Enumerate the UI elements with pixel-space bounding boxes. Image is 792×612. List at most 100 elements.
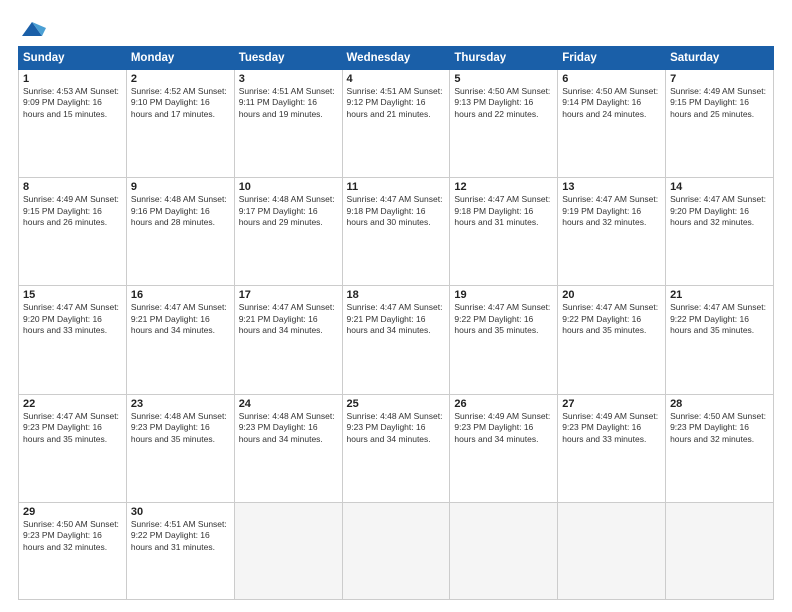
day-info: Sunrise: 4:49 AM Sunset: 9:15 PM Dayligh…: [670, 86, 769, 120]
day-number: 21: [670, 289, 769, 301]
day-info: Sunrise: 4:48 AM Sunset: 9:23 PM Dayligh…: [347, 411, 446, 445]
day-cell: 4Sunrise: 4:51 AM Sunset: 9:12 PM Daylig…: [342, 70, 450, 178]
day-cell: 17Sunrise: 4:47 AM Sunset: 9:21 PM Dayli…: [234, 286, 342, 394]
day-cell: 5Sunrise: 4:50 AM Sunset: 9:13 PM Daylig…: [450, 70, 558, 178]
day-number: 14: [670, 181, 769, 193]
day-number: 6: [562, 73, 661, 85]
day-info: Sunrise: 4:51 AM Sunset: 9:22 PM Dayligh…: [131, 519, 230, 553]
day-number: 25: [347, 398, 446, 410]
day-info: Sunrise: 4:48 AM Sunset: 9:16 PM Dayligh…: [131, 194, 230, 228]
day-cell: [558, 502, 666, 599]
week-row: 29Sunrise: 4:50 AM Sunset: 9:23 PM Dayli…: [19, 502, 774, 599]
page: SundayMondayTuesdayWednesdayThursdayFrid…: [0, 0, 792, 612]
day-info: Sunrise: 4:50 AM Sunset: 9:23 PM Dayligh…: [23, 519, 122, 553]
day-number: 16: [131, 289, 230, 301]
day-number: 30: [131, 506, 230, 518]
day-cell: 12Sunrise: 4:47 AM Sunset: 9:18 PM Dayli…: [450, 178, 558, 286]
day-info: Sunrise: 4:52 AM Sunset: 9:10 PM Dayligh…: [131, 86, 230, 120]
day-cell: 23Sunrise: 4:48 AM Sunset: 9:23 PM Dayli…: [126, 394, 234, 502]
logo: [18, 18, 50, 40]
day-info: Sunrise: 4:50 AM Sunset: 9:13 PM Dayligh…: [454, 86, 553, 120]
day-info: Sunrise: 4:47 AM Sunset: 9:20 PM Dayligh…: [23, 302, 122, 336]
day-cell: 8Sunrise: 4:49 AM Sunset: 9:15 PM Daylig…: [19, 178, 127, 286]
col-header-tuesday: Tuesday: [234, 47, 342, 70]
day-number: 3: [239, 73, 338, 85]
day-info: Sunrise: 4:47 AM Sunset: 9:23 PM Dayligh…: [23, 411, 122, 445]
week-row: 1Sunrise: 4:53 AM Sunset: 9:09 PM Daylig…: [19, 70, 774, 178]
header-row: SundayMondayTuesdayWednesdayThursdayFrid…: [19, 47, 774, 70]
col-header-wednesday: Wednesday: [342, 47, 450, 70]
day-cell: 14Sunrise: 4:47 AM Sunset: 9:20 PM Dayli…: [666, 178, 774, 286]
day-number: 10: [239, 181, 338, 193]
day-cell: 13Sunrise: 4:47 AM Sunset: 9:19 PM Dayli…: [558, 178, 666, 286]
day-info: Sunrise: 4:48 AM Sunset: 9:23 PM Dayligh…: [239, 411, 338, 445]
day-info: Sunrise: 4:47 AM Sunset: 9:21 PM Dayligh…: [239, 302, 338, 336]
day-cell: 11Sunrise: 4:47 AM Sunset: 9:18 PM Dayli…: [342, 178, 450, 286]
day-number: 20: [562, 289, 661, 301]
day-cell: [234, 502, 342, 599]
col-header-saturday: Saturday: [666, 47, 774, 70]
day-cell: 29Sunrise: 4:50 AM Sunset: 9:23 PM Dayli…: [19, 502, 127, 599]
day-cell: 25Sunrise: 4:48 AM Sunset: 9:23 PM Dayli…: [342, 394, 450, 502]
day-cell: 18Sunrise: 4:47 AM Sunset: 9:21 PM Dayli…: [342, 286, 450, 394]
week-row: 22Sunrise: 4:47 AM Sunset: 9:23 PM Dayli…: [19, 394, 774, 502]
day-cell: 15Sunrise: 4:47 AM Sunset: 9:20 PM Dayli…: [19, 286, 127, 394]
day-cell: 1Sunrise: 4:53 AM Sunset: 9:09 PM Daylig…: [19, 70, 127, 178]
day-number: 18: [347, 289, 446, 301]
day-info: Sunrise: 4:49 AM Sunset: 9:23 PM Dayligh…: [562, 411, 661, 445]
day-number: 12: [454, 181, 553, 193]
day-number: 28: [670, 398, 769, 410]
day-cell: 20Sunrise: 4:47 AM Sunset: 9:22 PM Dayli…: [558, 286, 666, 394]
week-row: 15Sunrise: 4:47 AM Sunset: 9:20 PM Dayli…: [19, 286, 774, 394]
day-number: 11: [347, 181, 446, 193]
day-info: Sunrise: 4:47 AM Sunset: 9:18 PM Dayligh…: [347, 194, 446, 228]
day-number: 7: [670, 73, 769, 85]
day-cell: 9Sunrise: 4:48 AM Sunset: 9:16 PM Daylig…: [126, 178, 234, 286]
day-number: 26: [454, 398, 553, 410]
day-cell: 22Sunrise: 4:47 AM Sunset: 9:23 PM Dayli…: [19, 394, 127, 502]
day-cell: 21Sunrise: 4:47 AM Sunset: 9:22 PM Dayli…: [666, 286, 774, 394]
day-number: 8: [23, 181, 122, 193]
day-number: 29: [23, 506, 122, 518]
day-number: 27: [562, 398, 661, 410]
day-number: 24: [239, 398, 338, 410]
day-number: 17: [239, 289, 338, 301]
day-info: Sunrise: 4:48 AM Sunset: 9:23 PM Dayligh…: [131, 411, 230, 445]
day-cell: [450, 502, 558, 599]
day-info: Sunrise: 4:51 AM Sunset: 9:12 PM Dayligh…: [347, 86, 446, 120]
col-header-monday: Monday: [126, 47, 234, 70]
day-number: 23: [131, 398, 230, 410]
col-header-thursday: Thursday: [450, 47, 558, 70]
day-info: Sunrise: 4:47 AM Sunset: 9:22 PM Dayligh…: [670, 302, 769, 336]
day-info: Sunrise: 4:49 AM Sunset: 9:23 PM Dayligh…: [454, 411, 553, 445]
day-number: 2: [131, 73, 230, 85]
calendar-table: SundayMondayTuesdayWednesdayThursdayFrid…: [18, 46, 774, 600]
day-info: Sunrise: 4:53 AM Sunset: 9:09 PM Dayligh…: [23, 86, 122, 120]
day-number: 9: [131, 181, 230, 193]
header: [18, 18, 774, 40]
day-cell: 19Sunrise: 4:47 AM Sunset: 9:22 PM Dayli…: [450, 286, 558, 394]
day-info: Sunrise: 4:47 AM Sunset: 9:21 PM Dayligh…: [347, 302, 446, 336]
day-info: Sunrise: 4:47 AM Sunset: 9:18 PM Dayligh…: [454, 194, 553, 228]
day-cell: 24Sunrise: 4:48 AM Sunset: 9:23 PM Dayli…: [234, 394, 342, 502]
day-info: Sunrise: 4:47 AM Sunset: 9:20 PM Dayligh…: [670, 194, 769, 228]
day-info: Sunrise: 4:47 AM Sunset: 9:19 PM Dayligh…: [562, 194, 661, 228]
day-cell: 30Sunrise: 4:51 AM Sunset: 9:22 PM Dayli…: [126, 502, 234, 599]
week-row: 8Sunrise: 4:49 AM Sunset: 9:15 PM Daylig…: [19, 178, 774, 286]
day-info: Sunrise: 4:48 AM Sunset: 9:17 PM Dayligh…: [239, 194, 338, 228]
day-number: 1: [23, 73, 122, 85]
day-cell: 16Sunrise: 4:47 AM Sunset: 9:21 PM Dayli…: [126, 286, 234, 394]
day-cell: 27Sunrise: 4:49 AM Sunset: 9:23 PM Dayli…: [558, 394, 666, 502]
day-number: 5: [454, 73, 553, 85]
col-header-friday: Friday: [558, 47, 666, 70]
day-cell: [666, 502, 774, 599]
day-cell: 2Sunrise: 4:52 AM Sunset: 9:10 PM Daylig…: [126, 70, 234, 178]
day-cell: 26Sunrise: 4:49 AM Sunset: 9:23 PM Dayli…: [450, 394, 558, 502]
day-number: 4: [347, 73, 446, 85]
day-info: Sunrise: 4:49 AM Sunset: 9:15 PM Dayligh…: [23, 194, 122, 228]
day-number: 19: [454, 289, 553, 301]
day-cell: 28Sunrise: 4:50 AM Sunset: 9:23 PM Dayli…: [666, 394, 774, 502]
day-number: 22: [23, 398, 122, 410]
day-info: Sunrise: 4:51 AM Sunset: 9:11 PM Dayligh…: [239, 86, 338, 120]
col-header-sunday: Sunday: [19, 47, 127, 70]
